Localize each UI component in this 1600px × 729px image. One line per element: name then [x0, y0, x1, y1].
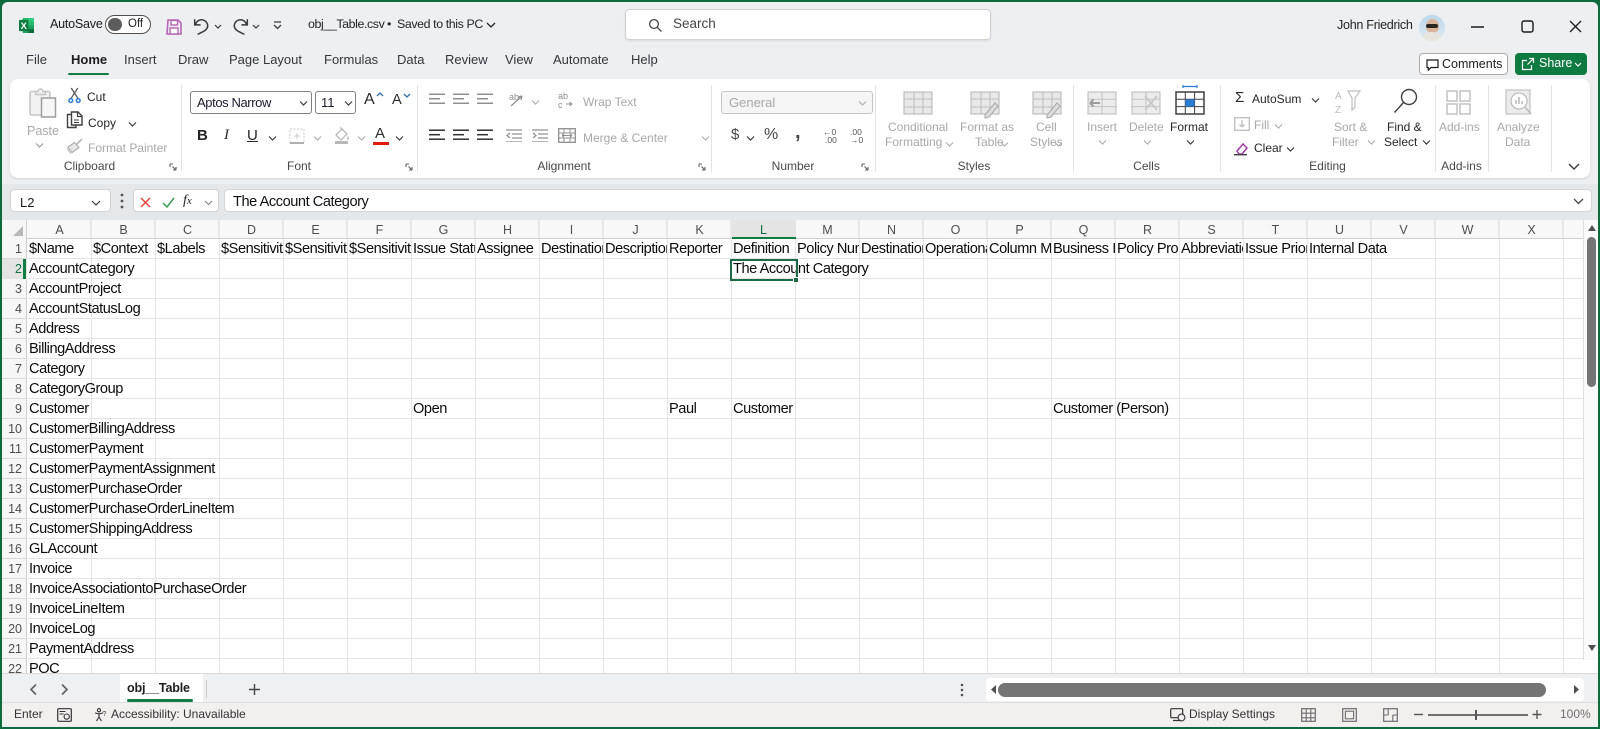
svg-text:→0: →0 — [850, 135, 864, 144]
svg-text:?: ? — [103, 711, 107, 718]
svg-text:c: c — [558, 100, 563, 109]
svg-text:A: A — [1335, 91, 1342, 102]
svg-text:Z: Z — [1335, 105, 1341, 115]
svg-text:X: X — [21, 21, 28, 31]
svg-text:.00: .00 — [825, 135, 837, 144]
